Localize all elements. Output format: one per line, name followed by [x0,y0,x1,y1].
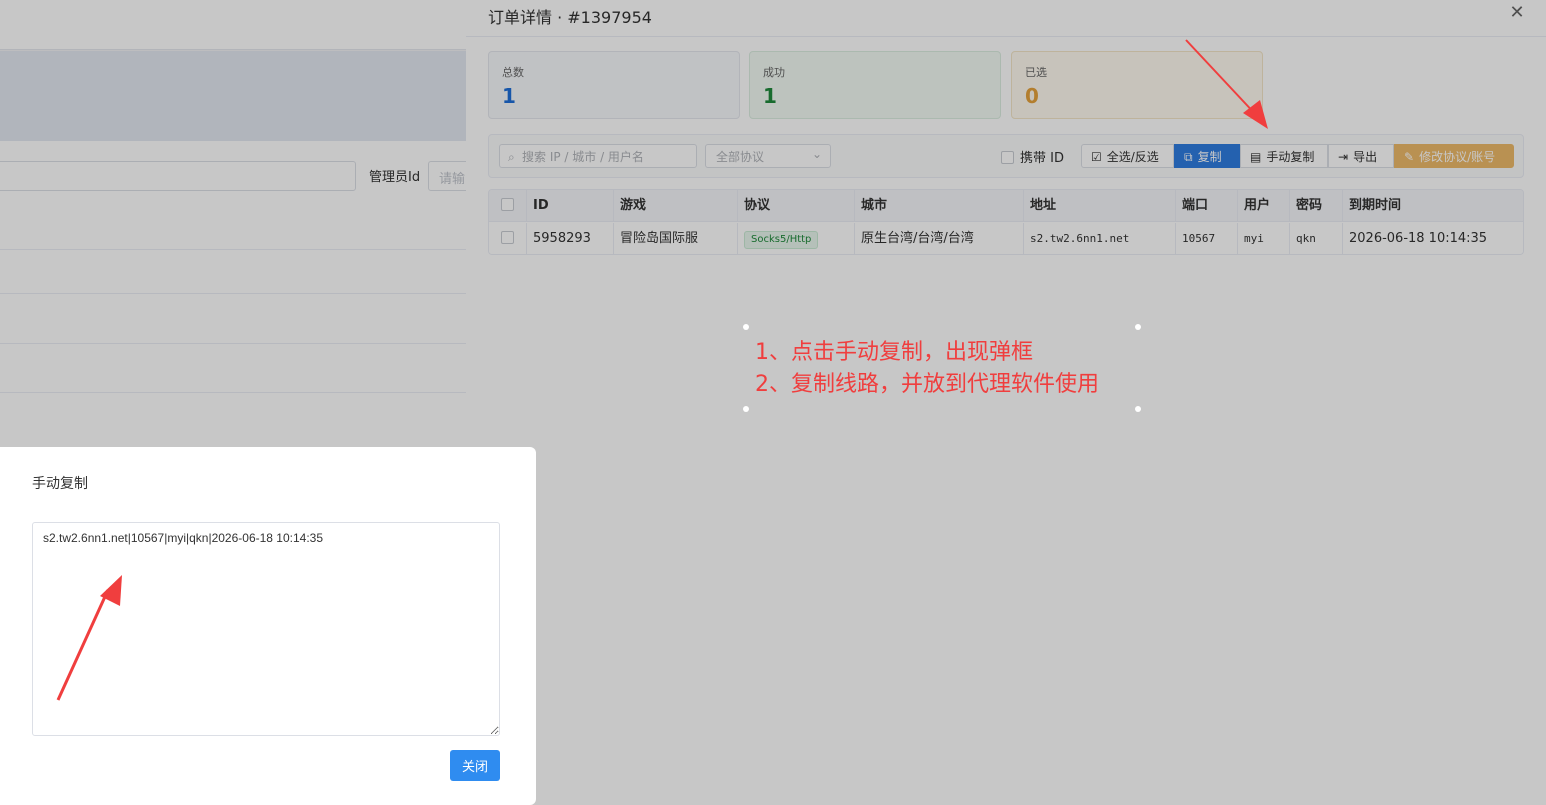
selection-handle [1135,324,1141,330]
annotation-line: 2、复制线路，并放到代理软件使用 [755,372,1099,397]
annotation-line: 1、点击手动复制，出现弹框 [755,340,1033,365]
close-button[interactable]: 关闭 [450,750,500,781]
selection-handle [743,406,749,412]
copy-textarea[interactable]: s2.tw2.6nn1.net|10567|myi|qkn|2026-06-18… [32,522,500,736]
manual-copy-dialog: 手动复制 s2.tw2.6nn1.net|10567|myi|qkn|2026-… [0,447,536,805]
dialog-title: 手动复制 [32,476,88,492]
selection-handle [1135,406,1141,412]
annotation-text: 1、点击手动复制，出现弹框 2、复制线路，并放到代理软件使用 [755,337,1099,401]
selection-handle [743,324,749,330]
